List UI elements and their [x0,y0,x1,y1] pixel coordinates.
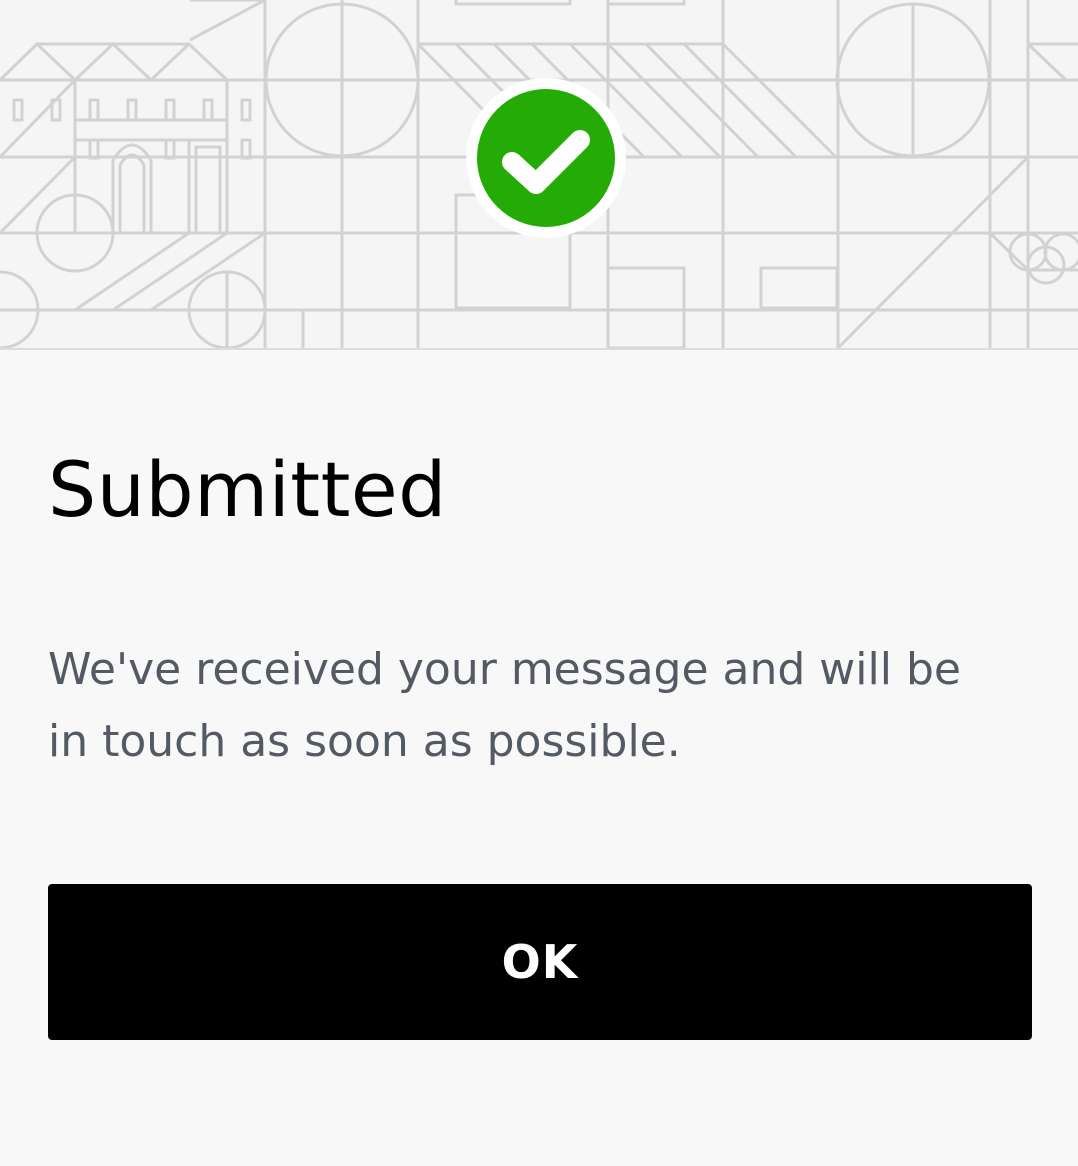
confirmation-message: We've received your message and will be … [48,644,961,767]
submission-confirmation-screen: Submitted We've received your message an… [0,0,1078,1166]
success-badge [466,78,626,238]
ok-button[interactable]: OK [48,884,1032,1040]
checkmark-icon [502,130,590,194]
page-title: Submitted [48,445,447,534]
